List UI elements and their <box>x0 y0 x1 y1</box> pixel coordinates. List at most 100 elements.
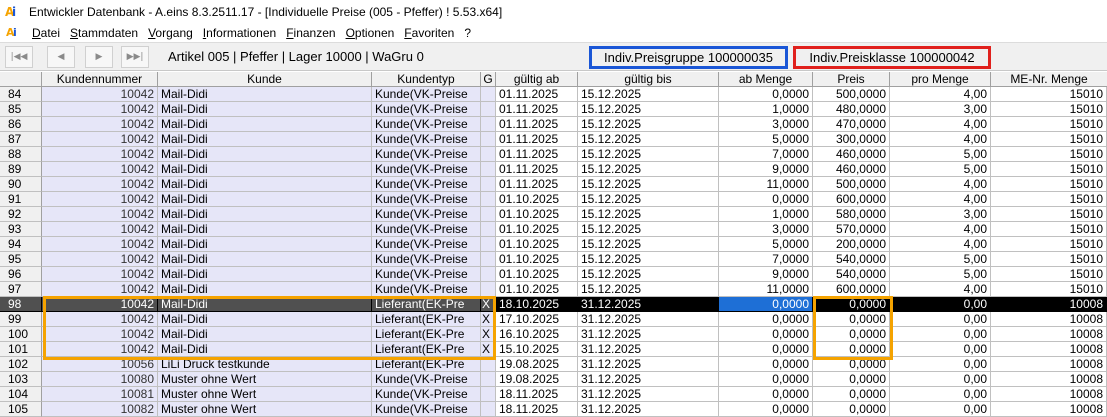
cell-gueltig-bis[interactable]: 15.12.2025 <box>578 147 719 162</box>
cell-gueltig-bis[interactable]: 31.12.2025 <box>578 327 719 342</box>
cell-preis[interactable]: 0,0000 <box>813 402 890 417</box>
cell-gueltig-bis[interactable]: 15.12.2025 <box>578 87 719 102</box>
cell-g[interactable] <box>481 237 496 252</box>
cell-preis[interactable]: 0,0000 <box>813 312 890 327</box>
cell-g[interactable] <box>481 357 496 372</box>
cell-g[interactable] <box>481 267 496 282</box>
cell-kunde[interactable]: Mail-Didi <box>158 147 372 162</box>
cell-gueltig-bis[interactable]: 15.12.2025 <box>578 252 719 267</box>
cell-kundentyp[interactable]: Kunde(VK-Preise <box>372 252 481 267</box>
table-row[interactable]: 88 10042 Mail-Didi Kunde(VK-Preise 01.11.202… <box>0 147 1107 162</box>
cell-pro-menge[interactable]: 0,00 <box>890 312 991 327</box>
cell-kundentyp[interactable]: Kunde(VK-Preise <box>372 207 481 222</box>
table-row[interactable]: 98 10042 Mail-Didi Lieferant(EK-Pre X 18.10.2… <box>0 297 1107 312</box>
cell-pro-menge[interactable]: 0,00 <box>890 297 991 312</box>
cell-kundentyp[interactable]: Kunde(VK-Preise <box>372 132 481 147</box>
cell-preis[interactable]: 0,0000 <box>813 357 890 372</box>
cell-kunde[interactable]: Mail-Didi <box>158 282 372 297</box>
cell-preis[interactable]: 540,0000 <box>813 267 890 282</box>
cell-kundennummer[interactable]: 10042 <box>42 162 158 177</box>
cell-pro-menge[interactable]: 0,00 <box>890 402 991 417</box>
table-row[interactable]: 101 10042 Mail-Didi Lieferant(EK-Pre X 15.10.… <box>0 342 1107 357</box>
header-me-nr-menge[interactable]: ME-Nr. Menge <box>991 72 1107 87</box>
cell-kunde[interactable]: Mail-Didi <box>158 207 372 222</box>
cell-gueltig-bis[interactable]: 15.12.2025 <box>578 282 719 297</box>
cell-kundentyp[interactable]: Lieferant(EK-Pre <box>372 327 481 342</box>
cell-pro-menge[interactable]: 3,00 <box>890 207 991 222</box>
cell-me-nr-menge[interactable]: 10008 <box>991 312 1107 327</box>
cell-gueltig-ab[interactable]: 17.10.2025 <box>496 312 578 327</box>
cell-me-nr-menge[interactable]: 15010 <box>991 222 1107 237</box>
cell-kunde[interactable]: Mail-Didi <box>158 162 372 177</box>
cell-me-nr-menge[interactable]: 15010 <box>991 207 1107 222</box>
cell-gueltig-ab[interactable]: 01.10.2025 <box>496 267 578 282</box>
price-grid[interactable]: Kundennummer Kunde Kundentyp G gültig ab… <box>0 72 1107 417</box>
cell-g[interactable]: X <box>481 312 496 327</box>
cell-preis[interactable]: 460,0000 <box>813 147 890 162</box>
header-gueltig-bis[interactable]: gültig bis <box>578 72 719 87</box>
cell-ab-menge[interactable]: 0,0000 <box>719 327 813 342</box>
cell-kunde[interactable]: Mail-Didi <box>158 342 372 357</box>
cell-kunde[interactable]: Mail-Didi <box>158 312 372 327</box>
cell-g[interactable]: X <box>481 327 496 342</box>
cell-kundennummer[interactable]: 10042 <box>42 297 158 312</box>
cell-ab-menge[interactable]: 7,0000 <box>719 147 813 162</box>
cell-gueltig-ab[interactable]: 01.10.2025 <box>496 237 578 252</box>
cell-gueltig-ab[interactable]: 18.11.2025 <box>496 402 578 417</box>
cell-gueltig-bis[interactable]: 15.12.2025 <box>578 267 719 282</box>
cell-pro-menge[interactable]: 4,00 <box>890 87 991 102</box>
cell-me-nr-menge[interactable]: 15010 <box>991 177 1107 192</box>
cell-kundennummer[interactable]: 10042 <box>42 192 158 207</box>
cell-gueltig-ab[interactable]: 01.11.2025 <box>496 162 578 177</box>
cell-kunde[interactable]: Mail-Didi <box>158 267 372 282</box>
header-pro-menge[interactable]: pro Menge <box>890 72 991 87</box>
cell-g[interactable] <box>481 147 496 162</box>
cell-kunde[interactable]: Mail-Didi <box>158 117 372 132</box>
table-row[interactable]: 85 10042 Mail-Didi Kunde(VK-Preise 01.11.202… <box>0 102 1107 117</box>
cell-ab-menge[interactable]: 0,0000 <box>719 387 813 402</box>
table-row[interactable]: 104 10081 Muster ohne Wert Kunde(VK-Preise 1… <box>0 387 1107 402</box>
cell-kundennummer[interactable]: 10042 <box>42 237 158 252</box>
cell-ab-menge[interactable]: 1,0000 <box>719 102 813 117</box>
cell-gueltig-bis[interactable]: 15.12.2025 <box>578 132 719 147</box>
cell-kunde[interactable]: Muster ohne Wert <box>158 402 372 417</box>
cell-ab-menge[interactable]: 0,0000 <box>719 87 813 102</box>
cell-pro-menge[interactable]: 5,00 <box>890 162 991 177</box>
next-record-button[interactable]: ▶ <box>85 46 113 68</box>
cell-pro-menge[interactable]: 4,00 <box>890 192 991 207</box>
last-record-button[interactable]: ▶▶| <box>121 46 149 68</box>
table-row[interactable]: 96 10042 Mail-Didi Kunde(VK-Preise 01.10.202… <box>0 267 1107 282</box>
cell-kunde[interactable]: Mail-Didi <box>158 132 372 147</box>
cell-me-nr-menge[interactable]: 10008 <box>991 327 1107 342</box>
cell-me-nr-menge[interactable]: 15010 <box>991 102 1107 117</box>
cell-kundentyp[interactable]: Kunde(VK-Preise <box>372 177 481 192</box>
cell-pro-menge[interactable]: 4,00 <box>890 117 991 132</box>
cell-me-nr-menge[interactable]: 15010 <box>991 87 1107 102</box>
header-g[interactable]: G <box>481 72 496 87</box>
menu-optionen[interactable]: Optionen <box>342 26 401 40</box>
cell-preis[interactable]: 600,0000 <box>813 282 890 297</box>
cell-me-nr-menge[interactable]: 15010 <box>991 282 1107 297</box>
cell-pro-menge[interactable]: 5,00 <box>890 147 991 162</box>
cell-pro-menge[interactable]: 5,00 <box>890 267 991 282</box>
cell-me-nr-menge[interactable]: 15010 <box>991 252 1107 267</box>
table-row[interactable]: 94 10042 Mail-Didi Kunde(VK-Preise 01.10.202… <box>0 237 1107 252</box>
cell-ab-menge[interactable]: 5,0000 <box>719 132 813 147</box>
cell-kundennummer[interactable]: 10042 <box>42 342 158 357</box>
menu-favoriten[interactable]: Favoriten <box>400 26 460 40</box>
cell-ab-menge[interactable]: 9,0000 <box>719 162 813 177</box>
table-row[interactable]: 103 10080 Muster ohne Wert Kunde(VK-Preise 1… <box>0 372 1107 387</box>
cell-pro-menge[interactable]: 0,00 <box>890 387 991 402</box>
cell-preis[interactable]: 0,0000 <box>813 327 890 342</box>
cell-me-nr-menge[interactable]: 10008 <box>991 387 1107 402</box>
cell-me-nr-menge[interactable]: 10008 <box>991 402 1107 417</box>
table-row[interactable]: 99 10042 Mail-Didi Lieferant(EK-Pre X 17.10.2… <box>0 312 1107 327</box>
cell-kunde[interactable]: Mail-Didi <box>158 252 372 267</box>
header-gueltig-ab[interactable]: gültig ab <box>496 72 578 87</box>
cell-ab-menge[interactable]: 0,0000 <box>719 342 813 357</box>
cell-g[interactable] <box>481 387 496 402</box>
cell-g[interactable] <box>481 372 496 387</box>
cell-pro-menge[interactable]: 4,00 <box>890 282 991 297</box>
cell-kundennummer[interactable]: 10080 <box>42 372 158 387</box>
cell-ab-menge[interactable]: 0,0000 <box>719 372 813 387</box>
